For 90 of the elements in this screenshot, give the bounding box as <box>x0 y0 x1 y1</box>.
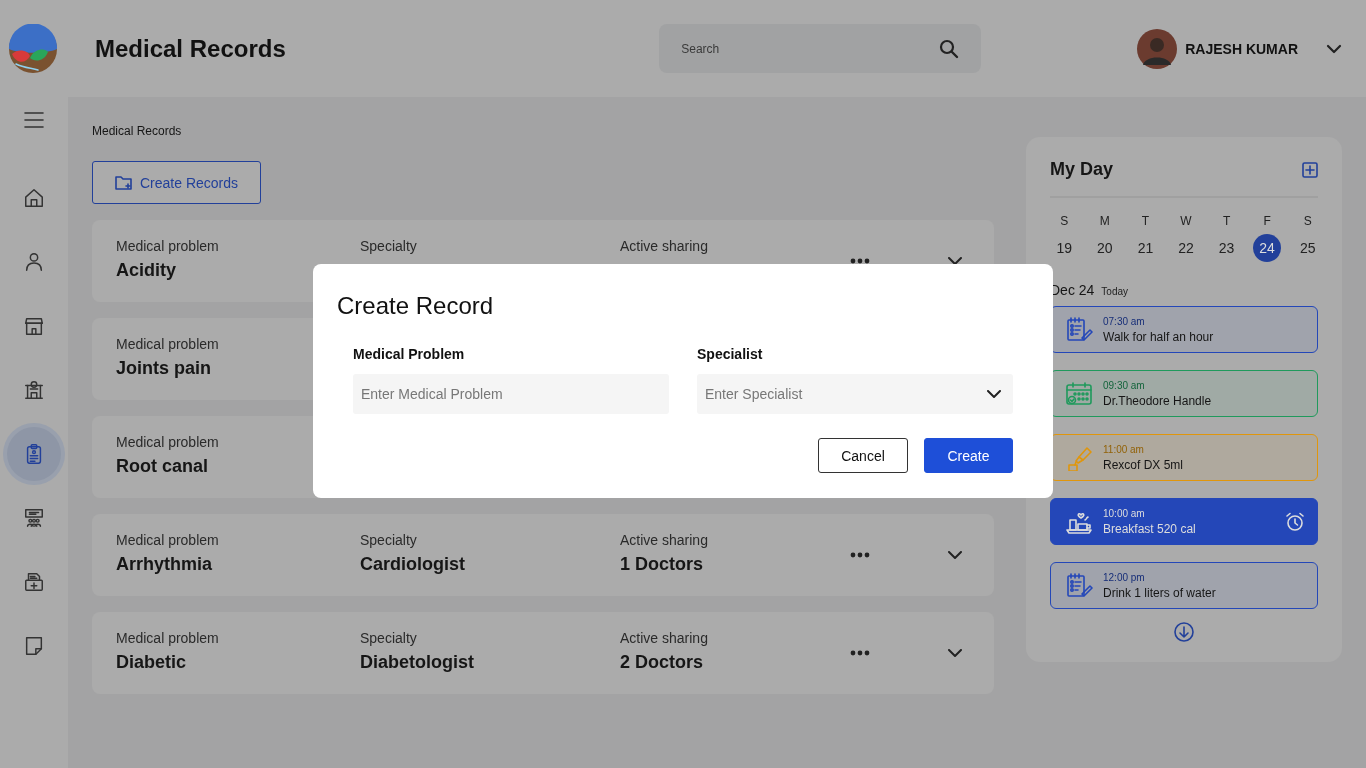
field-label: Specialty <box>360 630 417 646</box>
more-icon[interactable] <box>850 650 870 656</box>
weekday-label: T <box>1141 214 1150 228</box>
field-value: Diabetic <box>116 652 187 674</box>
field-value: Arrhythmia <box>116 554 213 576</box>
event-time: 07:30 am <box>1103 315 1146 327</box>
calendar-icon <box>1065 380 1093 407</box>
weekday-label: W <box>1180 214 1192 228</box>
add-icon[interactable] <box>1302 161 1318 178</box>
chevron-down-icon[interactable] <box>1326 43 1342 54</box>
calendar-day[interactable]: 23 <box>1212 234 1241 262</box>
weekday-label: S <box>1303 214 1312 228</box>
event-card[interactable]: 09:30 am Dr.Theodore Handle <box>1050 370 1318 417</box>
calendar-day[interactable]: 21 <box>1131 234 1160 262</box>
medkit-icon <box>23 571 45 593</box>
field-label: Active sharing <box>620 630 708 646</box>
event-title: Dr.Theodore Handle <box>1103 393 1213 408</box>
user-name: RAJESH KUMAR <box>1185 40 1298 57</box>
more-icon[interactable] <box>850 552 870 558</box>
page-title: Medical Records <box>95 34 287 63</box>
field-label: Medical problem <box>116 532 219 548</box>
calendar-day[interactable]: 22 <box>1172 234 1200 262</box>
date-note: Today <box>1101 286 1129 297</box>
field-label: Active sharing <box>620 238 708 254</box>
field-value: Root canal <box>116 456 208 478</box>
weekday-label: S <box>1060 214 1069 228</box>
search-field[interactable]: Search <box>659 24 982 73</box>
event-time: 09:30 am <box>1103 379 1146 391</box>
field-value: Diabetologist <box>360 652 474 674</box>
note-icon <box>23 635 45 657</box>
weekday-label: T <box>1222 214 1231 228</box>
create-button[interactable]: Create <box>924 438 1013 473</box>
field-value: Joints pain <box>116 358 211 380</box>
text-input[interactable]: Enter Medical Problem <box>353 374 669 414</box>
event-title: Breakfast 520 cal <box>1103 521 1197 536</box>
event-title: Walk for half an hour <box>1103 329 1215 344</box>
logo-icon <box>8 23 58 74</box>
presentation-icon <box>23 507 45 529</box>
menu-icon[interactable] <box>24 111 44 129</box>
checklist-icon <box>1065 572 1093 599</box>
nav-item[interactable] <box>7 427 61 481</box>
event-time: 11:00 am <box>1103 443 1145 455</box>
home-icon <box>23 187 45 209</box>
event-card[interactable]: 12:00 pm Drink 1 liters of water <box>1050 562 1318 609</box>
weekday-label: F <box>1263 214 1271 228</box>
field-label: Medical problem <box>116 238 219 254</box>
field-value: Acidity <box>116 260 176 282</box>
field-label: Specialty <box>360 238 417 254</box>
store-icon <box>23 315 45 337</box>
field-label: Specialist <box>697 346 764 362</box>
event-card[interactable]: 11:00 am Rexcof DX 5ml <box>1050 434 1318 481</box>
avatar-placeholder <box>1137 28 1178 69</box>
breadcrumb[interactable]: Medical Records <box>92 124 182 138</box>
field-label: Medical problem <box>116 336 219 352</box>
field-value: Cardiologist <box>360 554 465 576</box>
field-value: 1 Doctors <box>620 554 704 576</box>
checklist-icon <box>1065 316 1093 343</box>
calendar-day[interactable]: 24 <box>1253 234 1282 262</box>
building-icon <box>23 379 45 401</box>
event-card[interactable]: 10:00 am Breakfast 520 cal <box>1050 498 1318 545</box>
scroll-down-icon[interactable] <box>1174 622 1194 642</box>
event-title: Drink 1 liters of water <box>1103 585 1217 600</box>
cancel-button[interactable]: Cancel <box>818 438 908 473</box>
chevron-down-icon[interactable] <box>987 390 1001 399</box>
event-title: Rexcof DX 5ml <box>1103 457 1185 472</box>
field-label: Medical Problem <box>353 346 466 362</box>
field-label: Active sharing <box>620 532 708 548</box>
user-icon <box>23 251 45 273</box>
select-field[interactable]: Enter Specialist <box>697 374 1013 414</box>
event-card[interactable]: 07:30 am Walk for half an hour <box>1050 306 1318 353</box>
field-value: 2 Doctors <box>620 652 704 674</box>
event-time: 12:00 pm <box>1103 571 1146 583</box>
weekday-label: M <box>1099 214 1110 228</box>
alarm-clock-icon[interactable] <box>1285 511 1305 532</box>
create-records-button[interactable]: Create Records <box>92 161 262 204</box>
calendar-day[interactable]: 25 <box>1293 234 1322 262</box>
folder-add-icon <box>115 175 132 190</box>
calendar-day[interactable]: 19 <box>1050 234 1079 262</box>
chevron-down-icon[interactable] <box>948 648 962 658</box>
field-label: Medical problem <box>116 630 219 646</box>
chevron-down-icon[interactable] <box>948 256 962 266</box>
dialog-title: Create Record <box>337 292 495 320</box>
calendar-day[interactable]: 20 <box>1090 234 1119 262</box>
field-label: Medical problem <box>116 434 219 450</box>
search-icon <box>939 39 960 59</box>
panel-title: My Day <box>1050 159 1114 180</box>
field-label: Specialty <box>360 532 417 548</box>
event-time: 10:00 am <box>1103 507 1146 519</box>
chevron-down-icon[interactable] <box>948 550 962 560</box>
more-icon[interactable] <box>850 258 870 264</box>
